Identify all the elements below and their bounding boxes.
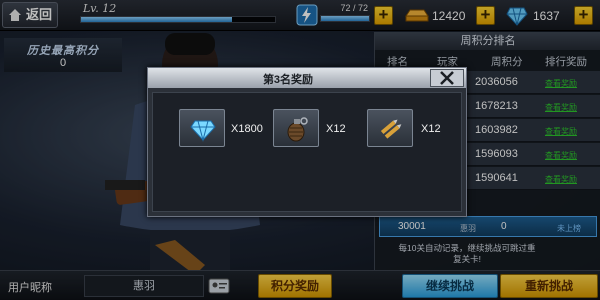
- reward-item-diamond[interactable]: [179, 109, 225, 147]
- reward-items-area: X1800 X12 X12: [152, 92, 462, 212]
- reward-qty: X1800: [231, 123, 263, 135]
- reward-qty: X12: [421, 123, 441, 135]
- dialog-title: 第3名奖励: [262, 74, 314, 86]
- dialog-header: 第3名奖励: [148, 68, 466, 88]
- reward-qty: X12: [326, 123, 346, 135]
- rank-reward-dialog: 第3名奖励 X1800 X12 X12: [147, 67, 467, 217]
- reward-item-ammo[interactable]: [367, 109, 413, 147]
- diamond-icon: [190, 120, 216, 142]
- close-button[interactable]: [430, 69, 464, 87]
- grenade-icon: [287, 117, 308, 142]
- ammo-icon: [380, 119, 402, 139]
- reward-item-grenade[interactable]: [273, 109, 319, 147]
